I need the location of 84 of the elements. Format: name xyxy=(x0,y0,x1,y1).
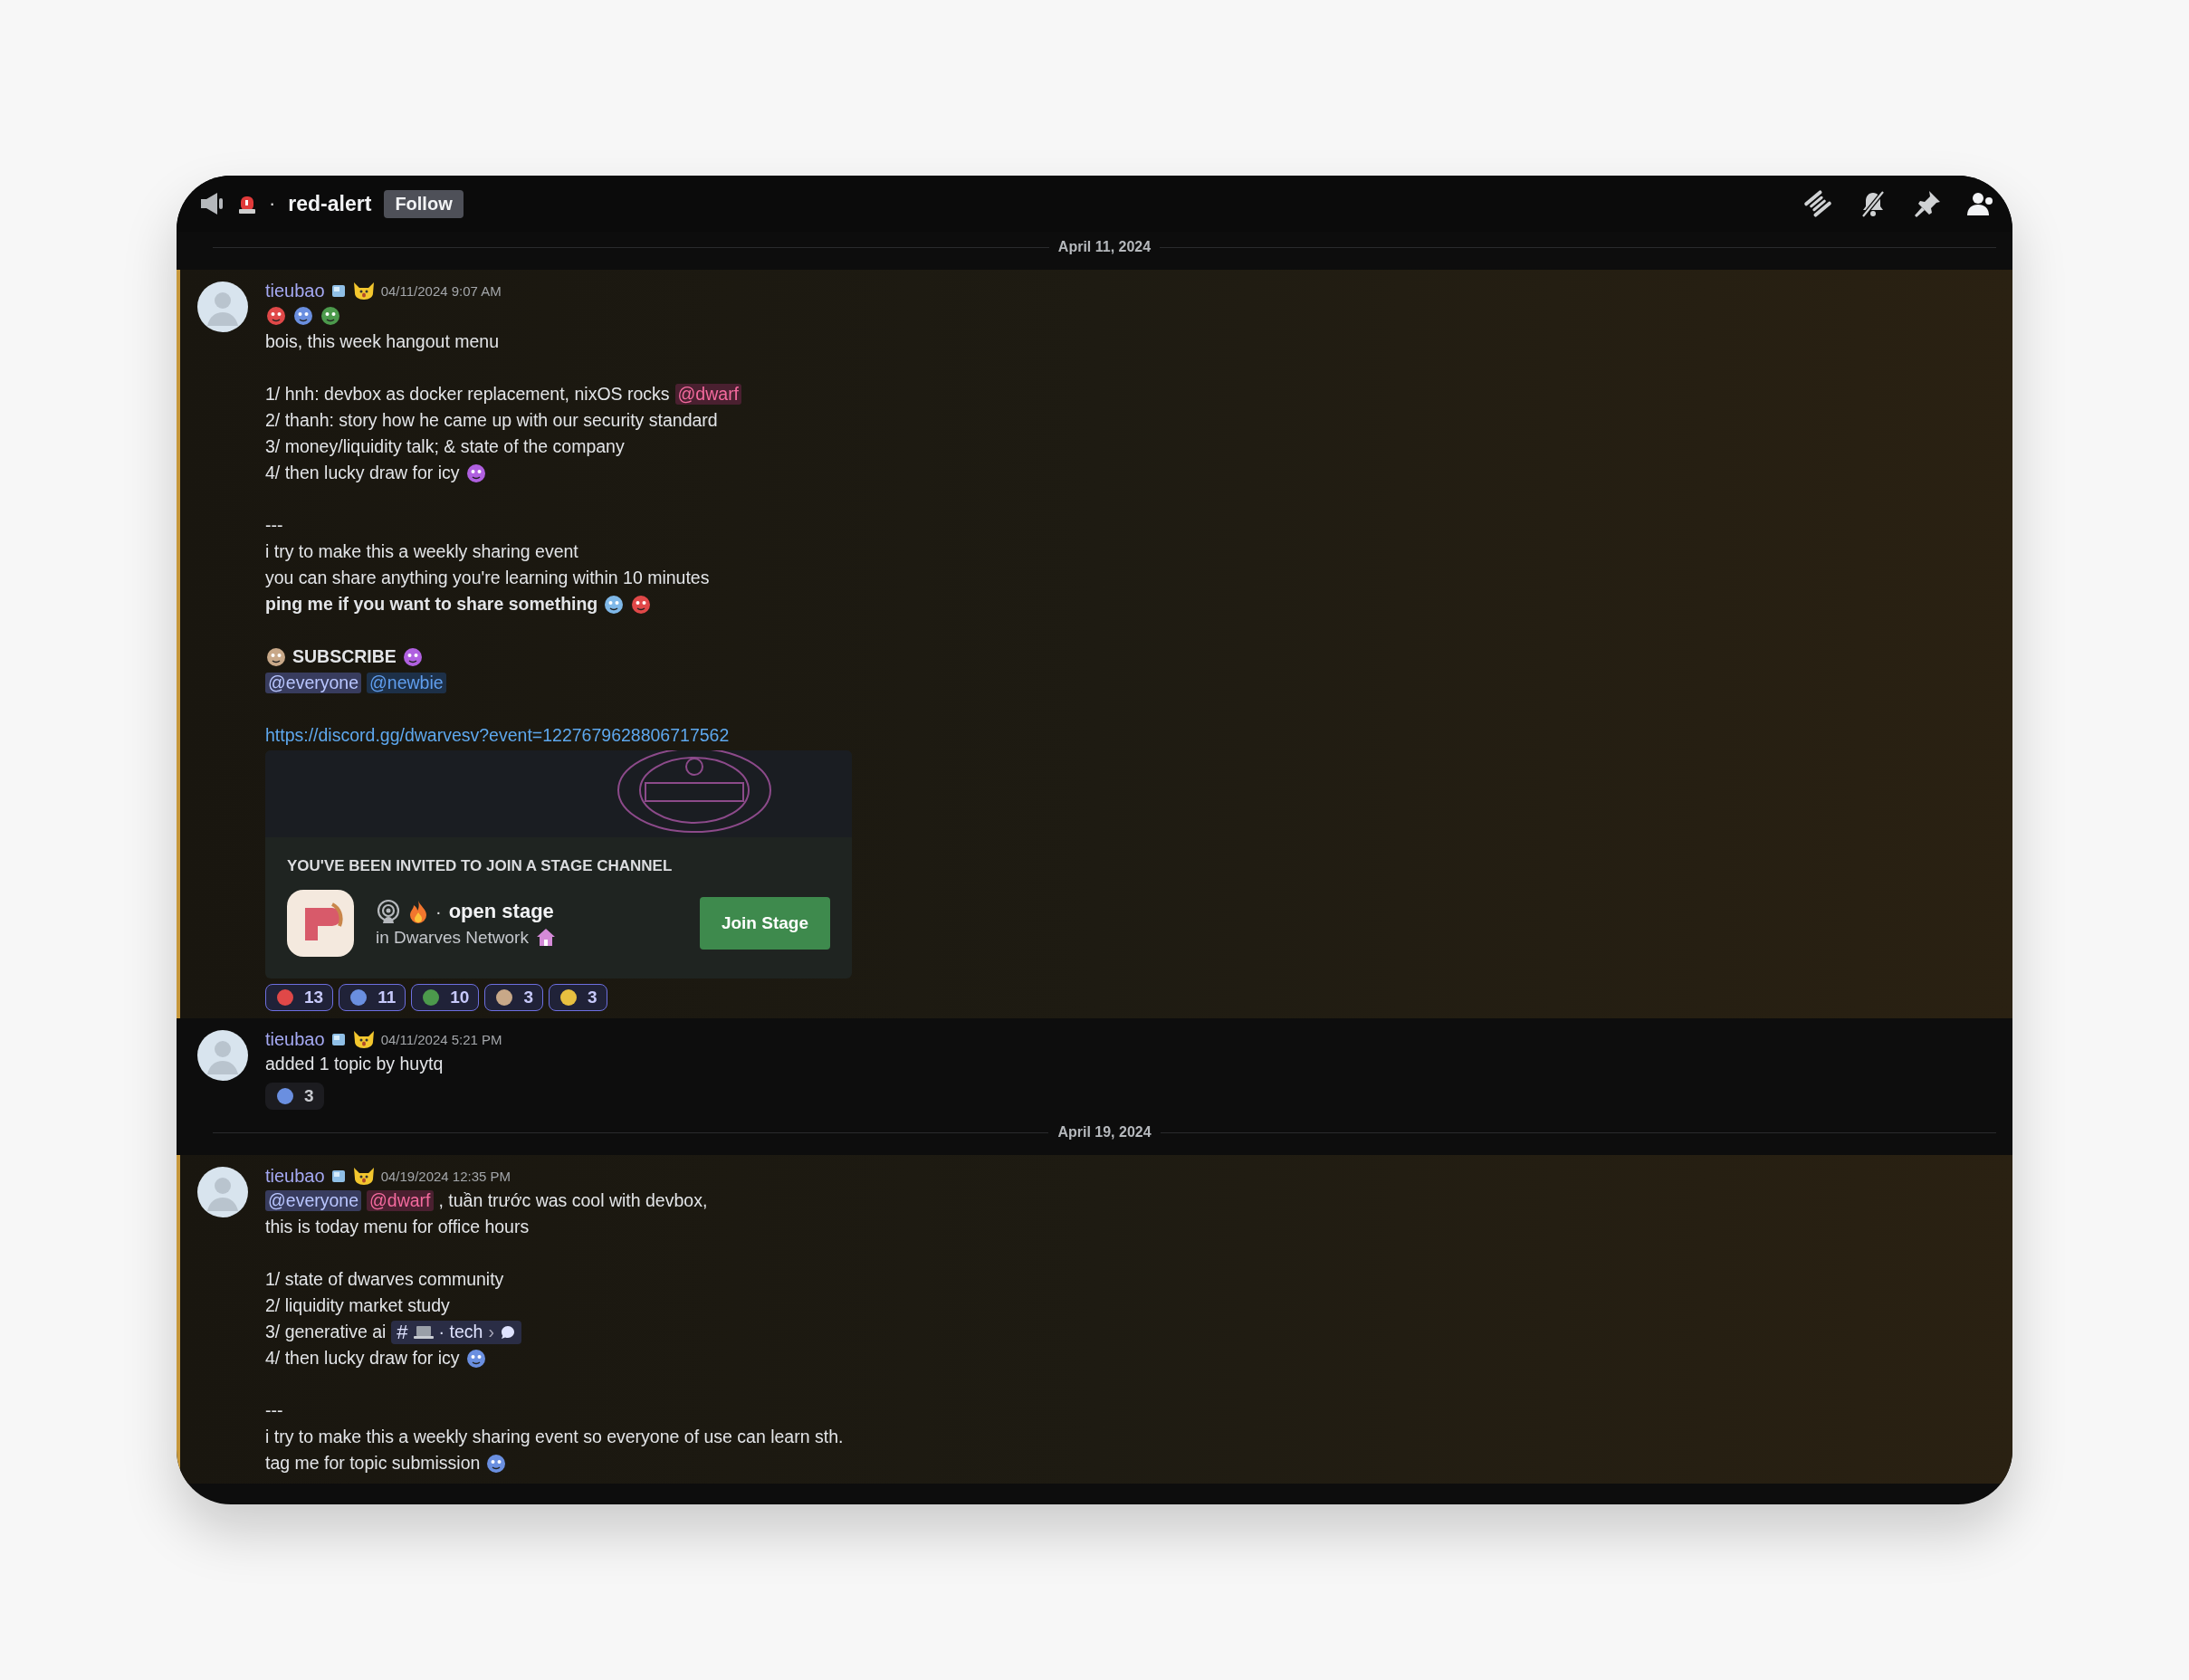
threads-icon[interactable] xyxy=(1802,189,1833,218)
reaction[interactable]: 3 xyxy=(265,1083,324,1110)
badge-icon xyxy=(351,1029,376,1049)
timestamp: 04/19/2024 12:35 PM xyxy=(380,1168,511,1184)
avatar xyxy=(196,1029,249,1082)
author-name[interactable]: tieubao xyxy=(265,280,325,301)
reaction[interactable]: 3 xyxy=(484,984,543,1011)
reaction[interactable]: 11 xyxy=(339,984,406,1011)
avatar xyxy=(196,1166,249,1218)
author-name[interactable]: tieubao xyxy=(265,1165,325,1187)
message-text: 1/ hnh: devbox as docker replacement, nixOS rocks xyxy=(265,384,670,405)
message-text: --- xyxy=(265,1400,283,1421)
emoji-icon xyxy=(275,988,295,1007)
message-text: i try to make this a weekly sharing event so everyone of use can learn sth. xyxy=(265,1427,844,1447)
join-stage-button[interactable]: Join Stage xyxy=(699,897,830,950)
server-name: in Dwarves Network xyxy=(376,928,529,948)
message-text: , tuần trước was cool with devbox, xyxy=(438,1190,708,1211)
author-name[interactable]: tieubao xyxy=(265,1028,325,1050)
emoji-icon xyxy=(349,988,369,1007)
mention[interactable]: @everyone xyxy=(265,1190,361,1211)
follow-button[interactable]: Follow xyxy=(384,189,464,218)
separator: · xyxy=(435,901,442,922)
message-text: tag me for topic submission xyxy=(265,1453,481,1474)
house-icon xyxy=(535,928,556,948)
megaphone-icon xyxy=(198,191,225,216)
message-text: 4/ then lucky draw for icy xyxy=(265,1348,460,1369)
message-text: 2/ thanh: story how he came up with our security standard xyxy=(265,410,718,431)
emoji-icon xyxy=(485,1452,508,1475)
badge-icon xyxy=(351,281,376,301)
emoji-icon xyxy=(265,304,287,327)
emoji-icon xyxy=(603,593,626,616)
message-text: SUBSCRIBE xyxy=(292,646,397,667)
mention[interactable]: @dwarf xyxy=(367,1190,434,1211)
emoji-icon xyxy=(464,462,487,484)
message-text: this is today menu for office hours xyxy=(265,1217,530,1237)
reaction[interactable]: 10 xyxy=(411,984,480,1011)
mention[interactable]: @newbie xyxy=(367,673,446,693)
emoji-icon xyxy=(292,304,314,327)
reaction[interactable]: 3 xyxy=(548,984,607,1011)
message-text: added 1 topic by huytq xyxy=(265,1054,444,1074)
stage-channel-name: open stage xyxy=(448,900,554,923)
message-text: 4/ then lucky draw for icy xyxy=(265,463,460,483)
message-text: 1/ state of dwarves community xyxy=(265,1269,504,1290)
timestamp: 04/11/2024 9:07 AM xyxy=(380,282,502,299)
emoji-icon xyxy=(320,304,341,327)
emoji-icon xyxy=(275,1086,295,1106)
emoji-icon xyxy=(494,988,515,1007)
message-text: bois, this week hangout menu xyxy=(265,331,499,352)
message-text: 2/ liquidity market study xyxy=(265,1295,450,1316)
message-text: 3/ generative ai xyxy=(265,1322,387,1342)
date-divider: April 19, 2024 xyxy=(1057,1124,1152,1141)
cube-icon xyxy=(330,1168,347,1184)
cube-icon xyxy=(330,1031,347,1047)
members-icon[interactable] xyxy=(1967,190,1993,217)
server-icon xyxy=(287,890,354,957)
separator: · xyxy=(269,192,276,215)
channel-name: red-alert xyxy=(288,191,372,216)
laptop-icon xyxy=(413,1324,434,1340)
emoji-icon xyxy=(421,988,442,1007)
channel-link[interactable]: # · tech › xyxy=(391,1320,521,1344)
invite-link[interactable]: https://discord.gg/dwarvesv?event=1227679628806717562 xyxy=(265,725,730,746)
chat-bubble-icon xyxy=(499,1323,516,1341)
timestamp: 04/11/2024 5:21 PM xyxy=(380,1031,502,1047)
badge-icon xyxy=(351,1166,376,1186)
message-text: --- xyxy=(265,515,283,536)
message-text: i try to make this a weekly sharing event xyxy=(265,541,578,562)
message-text: 3/ money/liquidity talk; & state of the company xyxy=(265,436,625,457)
emoji-icon xyxy=(401,645,424,668)
date-divider: April 11, 2024 xyxy=(1057,239,1152,255)
message-text: ping me if you want to share something xyxy=(265,594,598,615)
reaction[interactable]: 13 xyxy=(265,984,334,1011)
mention[interactable]: @dwarf xyxy=(674,384,742,405)
invite-heading: YOU'VE BEEN INVITED TO JOIN A STAGE CHANNEL xyxy=(287,857,674,875)
message-text: you can share anything you're learning within 10 minutes xyxy=(265,568,710,588)
avatar xyxy=(196,281,249,333)
emoji-icon xyxy=(464,1347,487,1370)
mention[interactable]: @everyone xyxy=(265,673,361,693)
fire-icon xyxy=(408,900,428,923)
pin-icon[interactable] xyxy=(1913,189,1942,218)
stage-icon xyxy=(376,899,401,924)
emoji-icon xyxy=(558,988,578,1007)
emoji-icon xyxy=(265,645,287,668)
emoji-icon xyxy=(630,593,653,616)
cube-icon xyxy=(330,282,347,299)
